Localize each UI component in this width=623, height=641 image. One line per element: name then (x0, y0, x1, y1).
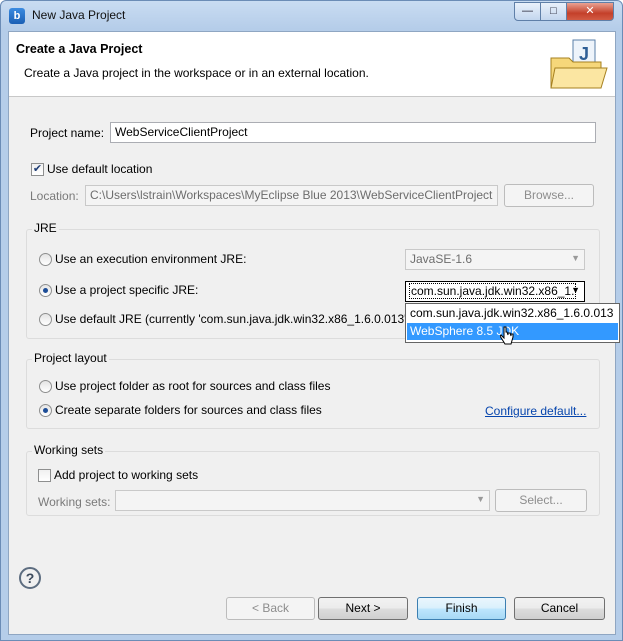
separate-folders-radio[interactable] (39, 404, 52, 417)
select-working-sets-button[interactable]: Select... (495, 489, 587, 512)
default-jre-radio[interactable] (39, 313, 52, 326)
dialog-body: Create a Java Project Create a Java proj… (8, 31, 620, 635)
minimize-button[interactable]: — (514, 2, 541, 21)
close-button[interactable]: ✕ (566, 2, 614, 21)
dialog-window: b New Java Project — □ ✕ Create a Java P… (0, 0, 623, 641)
jre-group-label: JRE (32, 221, 59, 235)
default-jre-label: Use default JRE (currently 'com.sun.java… (55, 312, 411, 326)
project-name-input[interactable]: WebServiceClientProject (110, 122, 596, 143)
working-sets-group-label: Working sets (32, 443, 106, 457)
next-button[interactable]: Next > (318, 597, 408, 620)
browse-button[interactable]: Browse... (504, 184, 594, 207)
use-default-location-checkbox[interactable]: ✔ (31, 163, 44, 176)
exec-env-radio[interactable] (39, 253, 52, 266)
finish-button[interactable]: Finish (417, 597, 506, 620)
page-description: Create a Java project in the workspace o… (24, 66, 369, 80)
maximize-button[interactable]: □ (540, 2, 567, 21)
exec-env-label: Use an execution environment JRE: (55, 252, 247, 266)
specific-jre-label: Use a project specific JRE: (55, 283, 199, 297)
title-bar[interactable]: b New Java Project — □ ✕ (1, 1, 622, 31)
exec-env-value: JavaSE-1.6 (410, 252, 473, 266)
root-folder-label: Use project folder as root for sources a… (55, 379, 331, 393)
chevron-down-icon: ▼ (571, 253, 580, 263)
chevron-down-icon: ▼ (571, 285, 580, 295)
back-button[interactable]: < Back (226, 597, 315, 620)
use-default-location-label: Use default location (47, 162, 153, 176)
chevron-down-icon: ▼ (476, 494, 485, 504)
folder-java-icon: J (550, 39, 608, 89)
mouse-cursor-icon (500, 326, 514, 345)
working-sets-label: Working sets: (38, 495, 111, 509)
specific-jre-select[interactable]: com.sun.java.jdk.win32.x86_1. ▼ (405, 281, 585, 302)
configure-default-link[interactable]: Configure default... (485, 404, 586, 418)
location-label: Location: (30, 189, 79, 203)
help-icon[interactable]: ? (19, 567, 41, 589)
cancel-button[interactable]: Cancel (514, 597, 605, 620)
working-sets-select[interactable]: ▼ (115, 490, 490, 511)
project-layout-group (26, 359, 600, 429)
svg-text:J: J (579, 44, 589, 64)
project-layout-group-label: Project layout (32, 351, 109, 365)
add-to-working-sets-label: Add project to working sets (54, 468, 199, 482)
exec-env-select[interactable]: JavaSE-1.6 ▼ (405, 249, 585, 270)
specific-jre-value: com.sun.java.jdk.win32.x86_1. (408, 283, 577, 299)
location-input[interactable]: C:\Users\lstrain\Workspaces\MyEclipse Bl… (85, 185, 498, 206)
dropdown-option[interactable]: com.sun.java.jdk.win32.x86_1.6.0.013 (407, 305, 618, 322)
project-name-label: Project name: (30, 126, 105, 140)
window-title: New Java Project (32, 8, 126, 22)
app-icon: b (9, 8, 25, 24)
wizard-banner: Create a Java Project Create a Java proj… (9, 32, 615, 97)
root-folder-radio[interactable] (39, 380, 52, 393)
add-to-working-sets-checkbox[interactable] (38, 469, 51, 482)
specific-jre-radio[interactable] (39, 284, 52, 297)
page-title: Create a Java Project (16, 42, 143, 56)
separate-folders-label: Create separate folders for sources and … (55, 403, 322, 417)
